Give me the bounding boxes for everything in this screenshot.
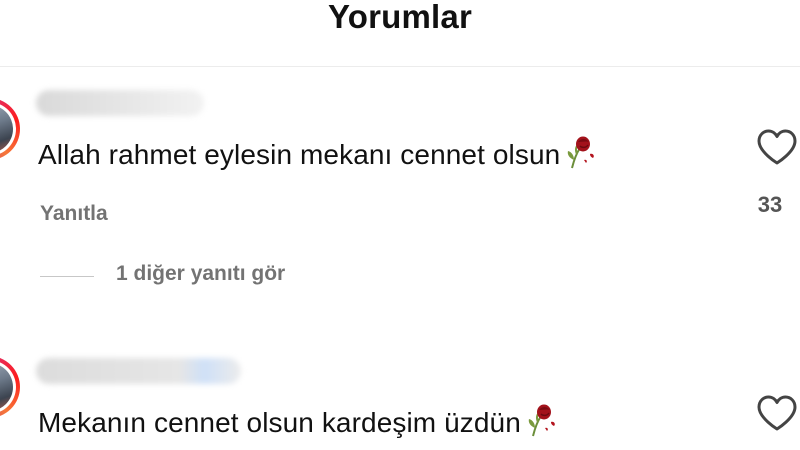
username-blurred[interactable] xyxy=(36,90,204,116)
wilted-rose-icon xyxy=(568,136,595,169)
reply-button[interactable]: Yanıtla xyxy=(40,202,108,226)
comments-screen: Yorumlar Allah rahmet eylesin mekanı cen… xyxy=(0,0,800,450)
comment-text: Mekanın cennet olsun kardeşim üzdün xyxy=(38,402,559,439)
avatar-ring-gap xyxy=(0,360,16,414)
like-count: 33 xyxy=(757,192,783,217)
avatar[interactable] xyxy=(0,98,20,160)
avatar[interactable] xyxy=(0,356,20,418)
heart-icon[interactable] xyxy=(756,394,798,432)
comment-body: Mekanın cennet olsun kardeşim üzdün xyxy=(38,407,521,438)
page-title: Yorumlar xyxy=(327,0,473,35)
comment-item: Allah rahmet eylesin mekanı cennet olsun… xyxy=(0,88,800,308)
comment-body: Allah rahmet eylesin mekanı cennet olsun xyxy=(38,139,561,170)
avatar-ring-gap xyxy=(0,102,16,156)
comment-item: Mekanın cennet olsun kardeşim üzdün xyxy=(0,346,800,450)
avatar-photo xyxy=(0,105,13,153)
comments-header: Yorumlar xyxy=(0,0,800,67)
replies-divider-line xyxy=(40,276,94,277)
heart-icon[interactable] xyxy=(756,128,798,166)
avatar-photo xyxy=(0,363,13,411)
view-replies-label: 1 diğer yanıtı gör xyxy=(116,262,286,285)
comment-text: Allah rahmet eylesin mekanı cennet olsun xyxy=(38,134,598,171)
wilted-rose-icon xyxy=(528,404,555,437)
username-blurred[interactable] xyxy=(36,358,241,384)
